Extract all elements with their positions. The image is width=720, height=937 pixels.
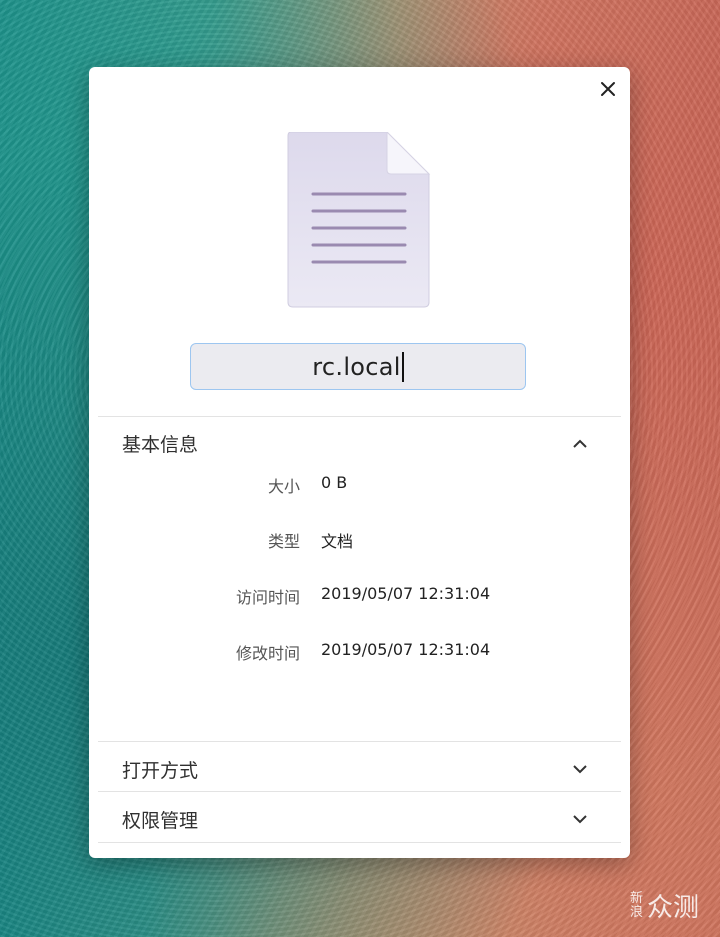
divider bbox=[98, 791, 621, 792]
chevron-down-icon bbox=[573, 764, 587, 773]
type-value: 文档 bbox=[321, 532, 354, 551]
info-row-modified: 修改时间 2019/05/07 12:31:04 bbox=[89, 640, 630, 664]
size-value: 0 B bbox=[321, 473, 348, 492]
watermark-small-text: 新浪 bbox=[630, 890, 644, 920]
watermark: 新浪 众测 bbox=[630, 887, 699, 924]
size-label: 大小 bbox=[267, 477, 300, 496]
close-button[interactable] bbox=[594, 75, 622, 103]
basic-info-title: 基本信息 bbox=[122, 433, 199, 456]
info-row-accessed: 访问时间 2019/05/07 12:31:04 bbox=[89, 584, 630, 608]
file-name-text: rc.local bbox=[312, 352, 401, 381]
divider bbox=[98, 741, 621, 742]
close-icon bbox=[601, 82, 615, 96]
modified-value: 2019/05/07 12:31:04 bbox=[321, 640, 491, 659]
chevron-down-icon bbox=[573, 814, 587, 823]
accessed-value: 2019/05/07 12:31:04 bbox=[321, 584, 491, 603]
accessed-label: 访问时间 bbox=[235, 588, 300, 607]
file-name-input[interactable]: rc.local bbox=[190, 343, 526, 390]
basic-info-header[interactable]: 基本信息 bbox=[98, 421, 621, 465]
text-caret bbox=[401, 351, 404, 382]
divider bbox=[98, 842, 621, 843]
open-with-header[interactable]: 打开方式 bbox=[98, 747, 621, 791]
info-row-size: 大小 0 B bbox=[89, 473, 630, 497]
file-properties-dialog: rc.local 基本信息 大小 0 B 类型 文档 访问时间 2019/05/… bbox=[89, 67, 630, 858]
text-document-icon bbox=[287, 130, 432, 310]
permissions-title: 权限管理 bbox=[122, 809, 199, 832]
divider bbox=[98, 416, 621, 417]
chevron-up-icon bbox=[573, 439, 587, 448]
watermark-big-text: 众测 bbox=[647, 893, 700, 923]
permissions-header[interactable]: 权限管理 bbox=[98, 797, 621, 841]
open-with-title: 打开方式 bbox=[122, 759, 199, 782]
info-row-type: 类型 文档 bbox=[89, 528, 630, 552]
modified-label: 修改时间 bbox=[235, 644, 300, 663]
type-label: 类型 bbox=[267, 532, 300, 551]
